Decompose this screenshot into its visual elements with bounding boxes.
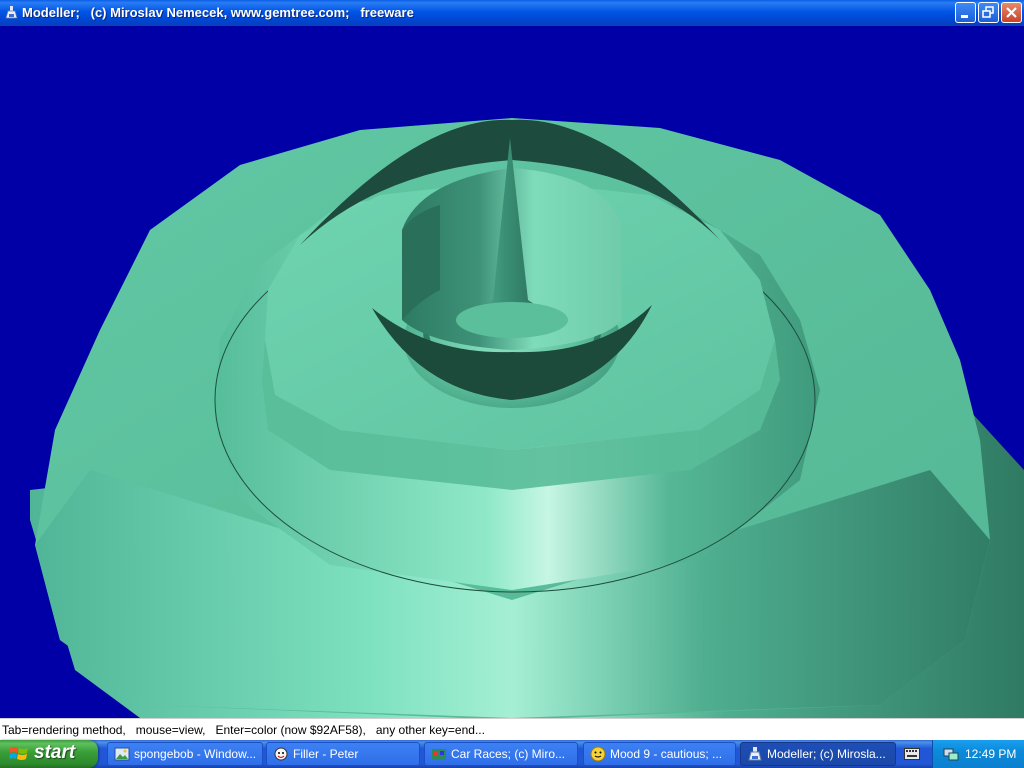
taskbar-item-mood[interactable]: Mood 9 - cautious; ... <box>583 742 736 766</box>
window-title: Modeller; (c) Miroslav Nemecek, www.gemt… <box>22 5 414 20</box>
smiley-icon <box>590 746 606 762</box>
taskbar-item-car-races[interactable]: Car Races; (c) Miro... <box>424 742 578 766</box>
network-icon[interactable] <box>943 746 959 762</box>
spike-base <box>456 302 568 338</box>
flask-icon <box>748 747 762 761</box>
start-button[interactable]: start <box>0 740 98 768</box>
windows-flag-icon <box>9 747 28 760</box>
3d-viewport[interactable] <box>0 26 1024 718</box>
taskbar-item-filler[interactable]: Filler - Peter <box>266 742 420 766</box>
restore-icon <box>982 6 994 18</box>
start-label: start <box>34 742 76 763</box>
keyboard-icon[interactable] <box>904 748 920 760</box>
title-bar[interactable]: Modeller; (c) Miroslav Nemecek, www.gemt… <box>0 0 1024 26</box>
taskbar-item-modeller[interactable]: Modeller; (c) Mirosla... <box>740 742 896 766</box>
cartoon-icon <box>274 747 288 761</box>
restore-button[interactable] <box>978 2 999 23</box>
image-icon <box>114 747 130 761</box>
status-line: Tab=rendering method, mouse=view, Enter=… <box>0 718 1024 740</box>
rendered-model <box>30 118 1024 718</box>
close-button[interactable] <box>1001 2 1022 23</box>
app-icon <box>5 6 18 19</box>
minimize-icon <box>961 15 968 18</box>
close-icon <box>1006 7 1017 18</box>
taskbar-item-spongebob[interactable]: spongebob - Window... <box>107 742 263 766</box>
app-icon <box>432 749 446 760</box>
system-tray: 12:49 PM <box>932 740 1024 768</box>
minimize-button[interactable] <box>955 2 976 23</box>
taskbar: start spongebob - Window... Filler - Pet… <box>0 740 1024 768</box>
clock[interactable]: 12:49 PM <box>965 740 1016 768</box>
